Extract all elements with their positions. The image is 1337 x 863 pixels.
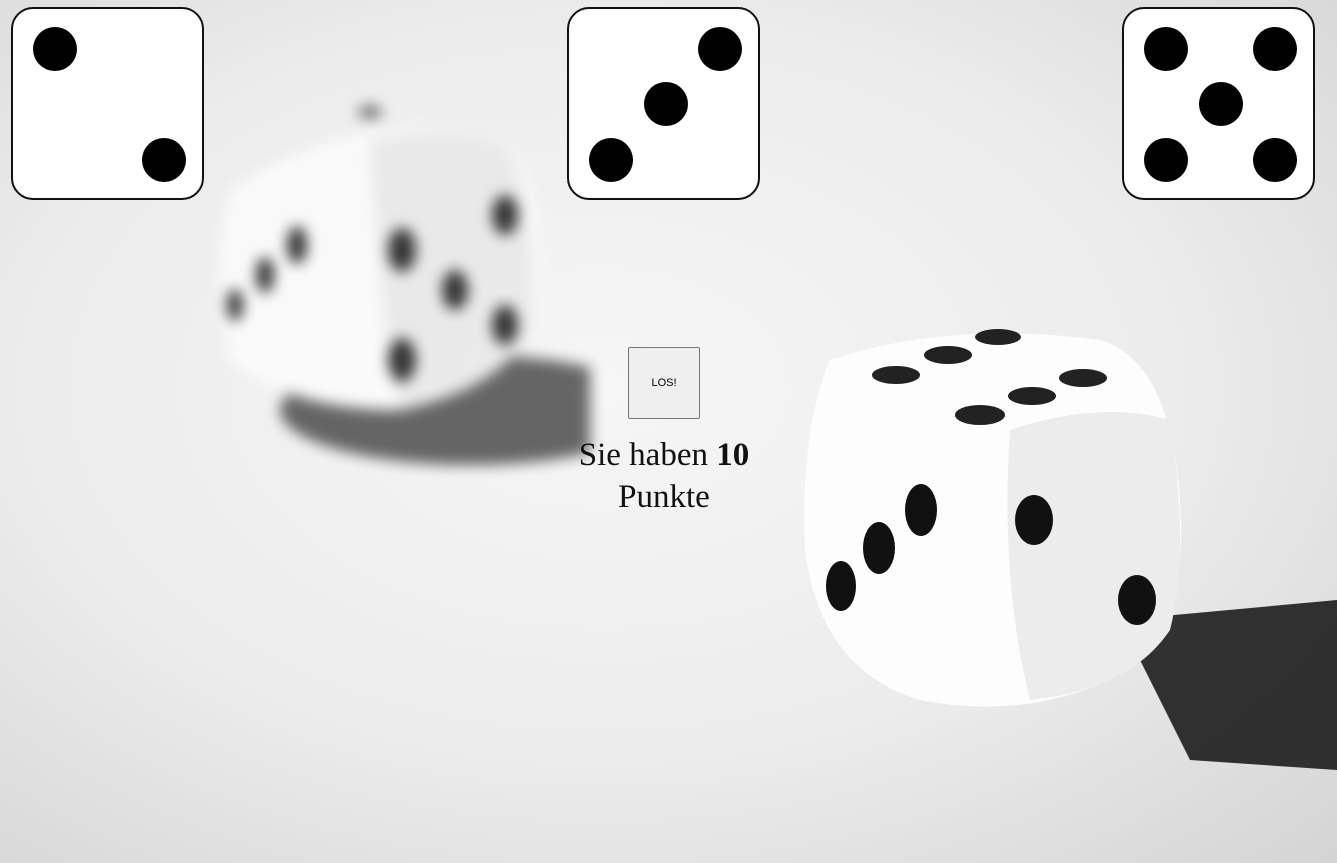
background-photo-die bbox=[804, 329, 1337, 770]
score-points: 10 bbox=[716, 437, 750, 473]
die-pip bbox=[1144, 27, 1188, 71]
die-pip bbox=[589, 138, 633, 182]
die-pip bbox=[33, 27, 77, 71]
die-pip bbox=[1253, 27, 1297, 71]
die-pip bbox=[142, 138, 186, 182]
die-3 bbox=[1122, 7, 1315, 200]
die-pip bbox=[644, 82, 688, 126]
die-1 bbox=[11, 7, 204, 200]
die-pip bbox=[698, 27, 742, 71]
die-pip bbox=[1199, 82, 1243, 126]
die-pip bbox=[1253, 138, 1297, 182]
roll-button[interactable]: LOS! bbox=[628, 347, 700, 419]
score-prefix: Sie haben bbox=[578, 437, 708, 473]
score-text: Sie haben 10 Punkte bbox=[544, 434, 784, 518]
score-suffix: Punkte bbox=[618, 479, 710, 515]
background-blurred-die bbox=[220, 106, 590, 465]
die-pip bbox=[1144, 138, 1188, 182]
die-2 bbox=[567, 7, 760, 200]
